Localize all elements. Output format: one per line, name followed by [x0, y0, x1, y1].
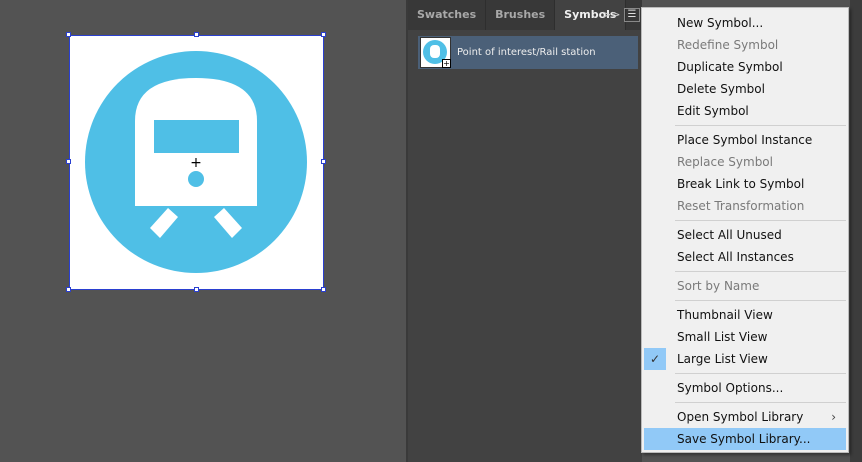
- menu-item-delete-symbol[interactable]: Delete Symbol: [644, 78, 846, 100]
- chevron-right-icon: ›: [831, 410, 836, 424]
- menu-item-label: Open Symbol Library: [677, 410, 804, 424]
- menu-item-label: Break Link to Symbol: [677, 177, 805, 191]
- svg-text:+: +: [190, 155, 202, 171]
- panel-menu-button[interactable]: ☰: [624, 8, 640, 22]
- menu-item-label: Small List View: [677, 330, 768, 344]
- menu-item-redefine-symbol[interactable]: Redefine Symbol: [644, 34, 846, 56]
- menu-item-open-symbol-library[interactable]: Open Symbol Library ›: [644, 406, 846, 428]
- menu-item-label: Replace Symbol: [677, 155, 773, 169]
- handle[interactable]: [194, 32, 199, 37]
- handle[interactable]: [66, 32, 71, 37]
- menu-item-label: Reset Transformation: [677, 199, 805, 213]
- menu-item-label: Duplicate Symbol: [677, 60, 783, 74]
- symbols-panel: Swatches Brushes Symbols >> ☰ + Point of…: [406, 0, 642, 462]
- menu-item-label: Thumbnail View: [677, 308, 773, 322]
- handle[interactable]: [194, 287, 199, 292]
- handle[interactable]: [66, 287, 71, 292]
- menu-separator: [675, 300, 846, 301]
- menu-item-save-symbol-library[interactable]: Save Symbol Library...: [644, 428, 846, 450]
- overflow-tabs-button[interactable]: >>: [602, 0, 620, 30]
- handle[interactable]: [321, 32, 326, 37]
- menu-item-new-symbol[interactable]: New Symbol...: [644, 12, 846, 34]
- artboard-symbol-instance[interactable]: +: [69, 35, 324, 290]
- panel-flyout-menu: New Symbol... Redefine Symbol Duplicate Sy…: [641, 7, 849, 453]
- menu-separator: [675, 220, 846, 221]
- menu-item-large-list-view[interactable]: ✓ Large List View: [644, 348, 846, 370]
- tab-brushes[interactable]: Brushes: [486, 0, 556, 30]
- menu-item-reset-transformation[interactable]: Reset Transformation: [644, 195, 846, 217]
- menu-item-place-symbol-instance[interactable]: Place Symbol Instance: [644, 129, 846, 151]
- menu-item-label: Select All Unused: [677, 228, 782, 242]
- menu-separator: [675, 271, 846, 272]
- menu-item-duplicate-symbol[interactable]: Duplicate Symbol: [644, 56, 846, 78]
- menu-item-label: Select All Instances: [677, 250, 794, 264]
- rail-station-symbol: +: [85, 51, 307, 273]
- menu-item-label: Sort by Name: [677, 279, 760, 293]
- hamburger-icon: ☰: [627, 9, 637, 20]
- handle[interactable]: [321, 287, 326, 292]
- menu-item-label: Redefine Symbol: [677, 38, 779, 52]
- menu-item-symbol-options[interactable]: Symbol Options...: [644, 377, 846, 399]
- checkmark-icon: ✓: [644, 348, 666, 370]
- menu-item-thumbnail-view[interactable]: Thumbnail View: [644, 304, 846, 326]
- plus-icon: +: [442, 59, 451, 68]
- menu-item-select-all-unused[interactable]: Select All Unused: [644, 224, 846, 246]
- menu-item-replace-symbol[interactable]: Replace Symbol: [644, 151, 846, 173]
- menu-item-label: Large List View: [677, 352, 768, 366]
- menu-separator: [675, 373, 846, 374]
- symbol-thumbnail: +: [420, 37, 451, 68]
- menu-item-label: Save Symbol Library...: [677, 432, 811, 446]
- symbol-list-item[interactable]: + Point of interest/Rail station: [418, 36, 638, 69]
- menu-item-label: Place Symbol Instance: [677, 133, 813, 147]
- side-dock: [850, 0, 862, 462]
- symbol-name: Point of interest/Rail station: [457, 47, 596, 58]
- menu-separator: [675, 402, 846, 403]
- menu-item-small-list-view[interactable]: Small List View: [644, 326, 846, 348]
- handle[interactable]: [66, 159, 71, 164]
- menu-item-label: New Symbol...: [677, 16, 764, 30]
- menu-item-label: Edit Symbol: [677, 104, 749, 118]
- menu-item-label: Delete Symbol: [677, 82, 765, 96]
- menu-item-select-all-instances[interactable]: Select All Instances: [644, 246, 846, 268]
- tab-swatches[interactable]: Swatches: [408, 0, 487, 30]
- menu-item-break-link-to-symbol[interactable]: Break Link to Symbol: [644, 173, 846, 195]
- menu-item-sort-by-name[interactable]: Sort by Name: [644, 275, 846, 297]
- menu-item-label: Symbol Options...: [677, 381, 784, 395]
- menu-item-edit-symbol[interactable]: Edit Symbol: [644, 100, 846, 122]
- menu-separator: [675, 125, 846, 126]
- handle[interactable]: [321, 159, 326, 164]
